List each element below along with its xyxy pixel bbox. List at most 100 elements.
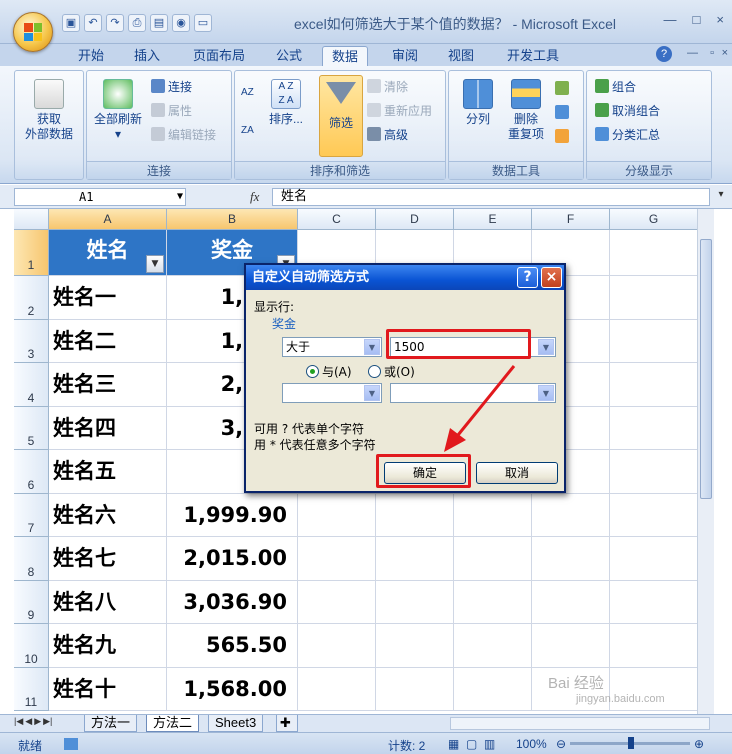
- empty-cell[interactable]: [610, 363, 698, 407]
- text-to-columns-button[interactable]: 分列: [453, 79, 503, 127]
- consolidate-icon[interactable]: [555, 105, 569, 119]
- and-radio[interactable]: 与(A): [306, 363, 352, 380]
- empty-cell[interactable]: [610, 276, 698, 320]
- row-header-1[interactable]: 1: [14, 230, 49, 276]
- empty-cell[interactable]: [610, 450, 698, 494]
- formula-input[interactable]: 姓名: [272, 188, 710, 206]
- row-header-2[interactable]: 2: [14, 276, 49, 320]
- empty-cell[interactable]: [376, 624, 454, 668]
- row-header-5[interactable]: 5: [14, 407, 49, 450]
- insert-sheet-icon[interactable]: ✚: [276, 715, 298, 732]
- vertical-scrollbar[interactable]: [697, 209, 714, 714]
- last-sheet-icon[interactable]: ▶|: [43, 716, 52, 727]
- tab-insert[interactable]: 插入: [126, 46, 168, 66]
- empty-cell[interactable]: [532, 624, 610, 668]
- dialog-help-button[interactable]: ?: [517, 267, 538, 288]
- empty-cell[interactable]: [454, 668, 532, 711]
- reapply-button[interactable]: 重新应用: [367, 101, 432, 119]
- column-header-g[interactable]: G: [610, 209, 698, 230]
- zoom-out-icon[interactable]: ⊖: [556, 737, 566, 751]
- save-icon[interactable]: ▣: [62, 14, 80, 32]
- undo-icon[interactable]: ↶: [84, 14, 102, 32]
- column-header-b[interactable]: B: [167, 209, 298, 230]
- zoom-slider[interactable]: [570, 737, 690, 749]
- advanced-filter-button[interactable]: 高级: [367, 125, 408, 143]
- name-cell[interactable]: 姓名一: [49, 276, 167, 320]
- row-header-7[interactable]: 7: [14, 494, 49, 537]
- sheet-tab-sheet3[interactable]: Sheet3: [208, 715, 264, 732]
- insert-function-icon[interactable]: fx: [250, 189, 259, 205]
- empty-cell[interactable]: [376, 494, 454, 537]
- row-header-11[interactable]: 11: [14, 668, 49, 711]
- empty-cell[interactable]: [610, 230, 698, 276]
- empty-cell[interactable]: [454, 494, 532, 537]
- sheet-tab-method2[interactable]: 方法二: [146, 715, 200, 732]
- first-sheet-icon[interactable]: |◀: [14, 716, 23, 727]
- sort-az-button[interactable]: AZ: [241, 83, 254, 101]
- row-header-8[interactable]: 8: [14, 537, 49, 581]
- tab-developer[interactable]: 开发工具: [498, 46, 568, 66]
- prev-sheet-icon[interactable]: ◀: [25, 716, 32, 727]
- expand-formula-bar-icon[interactable]: ▾: [714, 189, 728, 205]
- empty-cell[interactable]: [610, 624, 698, 668]
- empty-cell[interactable]: [532, 494, 610, 537]
- ribbon-minimize-icon[interactable]: —: [687, 47, 698, 59]
- redo-icon[interactable]: ↷: [106, 14, 124, 32]
- sheet-tab-method1[interactable]: 方法一: [84, 715, 138, 732]
- bonus-cell[interactable]: 3,036.90: [167, 581, 298, 624]
- name-cell[interactable]: 姓名六: [49, 494, 167, 537]
- sort-button[interactable]: A ZZ A 排序...: [265, 79, 307, 127]
- empty-cell[interactable]: [532, 537, 610, 581]
- name-cell[interactable]: 姓名九: [49, 624, 167, 668]
- empty-cell[interactable]: [376, 537, 454, 581]
- sort-za-button[interactable]: ZA: [241, 121, 254, 139]
- name-cell[interactable]: 姓名十: [49, 668, 167, 711]
- dialog-close-button[interactable]: ×: [541, 267, 562, 288]
- connections-button[interactable]: 连接: [151, 77, 192, 95]
- empty-cell[interactable]: [298, 494, 376, 537]
- tab-home[interactable]: 开始: [70, 46, 112, 66]
- row-header-4[interactable]: 4: [14, 363, 49, 407]
- empty-cell[interactable]: [610, 537, 698, 581]
- chevron-down-icon[interactable]: ▼: [538, 339, 554, 355]
- select-all-corner[interactable]: [14, 209, 49, 230]
- name-cell[interactable]: 姓名八: [49, 581, 167, 624]
- zoom-in-icon[interactable]: ⊕: [694, 737, 704, 751]
- zoom-level[interactable]: 100%: [516, 737, 547, 751]
- camera-icon[interactable]: ◉: [172, 14, 190, 32]
- tab-data[interactable]: 数据: [322, 46, 368, 66]
- tab-view[interactable]: 视图: [440, 46, 482, 66]
- empty-cell[interactable]: [298, 624, 376, 668]
- help-icon[interactable]: ?: [656, 46, 672, 62]
- chevron-down-icon[interactable]: ▼: [364, 385, 380, 401]
- macro-record-icon[interactable]: [64, 738, 78, 750]
- open-icon[interactable]: ▭: [194, 14, 212, 32]
- filter-button[interactable]: 筛选: [319, 75, 363, 157]
- empty-cell[interactable]: [610, 320, 698, 363]
- ribbon-close-icon[interactable]: ×: [722, 47, 728, 59]
- empty-cell[interactable]: [532, 581, 610, 624]
- empty-cell[interactable]: [298, 668, 376, 711]
- header-cell-name[interactable]: 姓名 ▼: [49, 230, 167, 276]
- tab-review[interactable]: 审阅: [384, 46, 426, 66]
- empty-cell[interactable]: [376, 668, 454, 711]
- data-validation-icon[interactable]: [555, 81, 569, 95]
- empty-cell[interactable]: [454, 537, 532, 581]
- ungroup-button[interactable]: 取消组合: [595, 101, 660, 119]
- cancel-button[interactable]: 取消: [476, 462, 558, 484]
- or-radio[interactable]: 或(O): [368, 363, 415, 380]
- clear-filter-button[interactable]: 清除: [367, 77, 408, 95]
- column-header-e[interactable]: E: [454, 209, 532, 230]
- horizontal-scrollbar[interactable]: [450, 717, 710, 730]
- filter-dropdown-icon[interactable]: ▼: [146, 255, 164, 273]
- page-break-view-icon[interactable]: ▥: [484, 737, 495, 751]
- name-cell[interactable]: 姓名七: [49, 537, 167, 581]
- group-button[interactable]: 组合: [595, 77, 636, 95]
- print-preview-icon[interactable]: ⎙: [128, 14, 146, 32]
- empty-cell[interactable]: [454, 581, 532, 624]
- column-header-c[interactable]: C: [298, 209, 376, 230]
- column-header-a[interactable]: A: [49, 209, 167, 230]
- tab-page-layout[interactable]: 页面布局: [184, 46, 254, 66]
- empty-cell[interactable]: [298, 581, 376, 624]
- bonus-cell[interactable]: 2,015.00: [167, 537, 298, 581]
